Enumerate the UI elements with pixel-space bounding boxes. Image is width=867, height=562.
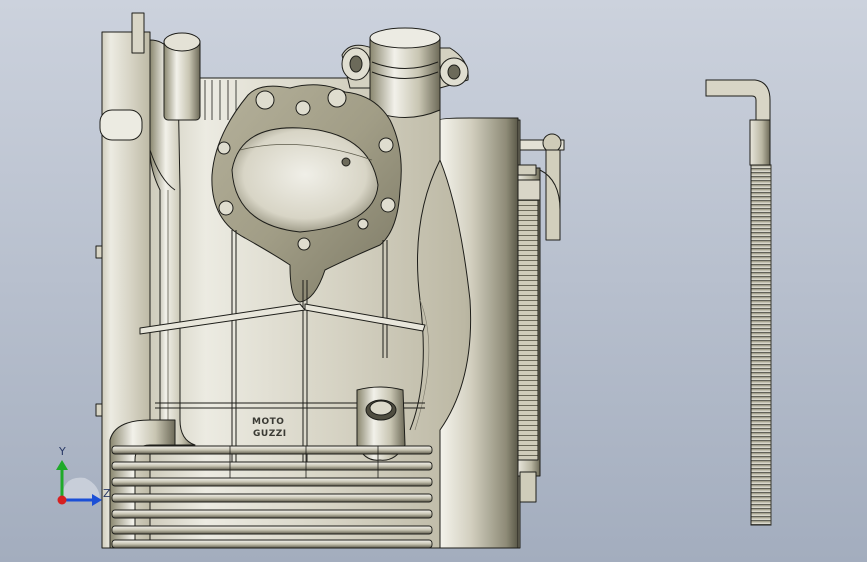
side-part-toothed-strip [750,164,772,526]
side-part-neck [749,119,771,166]
3d-model-view[interactable]: MOTO GUZZI Y Z [0,0,867,562]
y-axis-arrow [56,460,68,470]
graphics-viewport[interactable]: MOTO GUZZI Y Z [0,0,867,562]
left-bolt-2 [95,403,103,417]
left-bolt-1 [95,245,103,259]
engraving-guzzi: GUZZI [253,429,287,439]
right-arm [545,149,561,241]
x-axis-dot [57,495,67,505]
z-axis-label: Z [103,487,111,500]
side-profile-part[interactable] [705,79,772,526]
right-face-teeth [517,199,539,461]
engraving-moto: MOTO [252,417,284,427]
left-flange-boss [99,109,143,141]
left-top-tab [131,12,145,54]
y-axis-label: Y [58,445,66,458]
engine-block[interactable]: MOTO GUZZI [95,12,565,549]
